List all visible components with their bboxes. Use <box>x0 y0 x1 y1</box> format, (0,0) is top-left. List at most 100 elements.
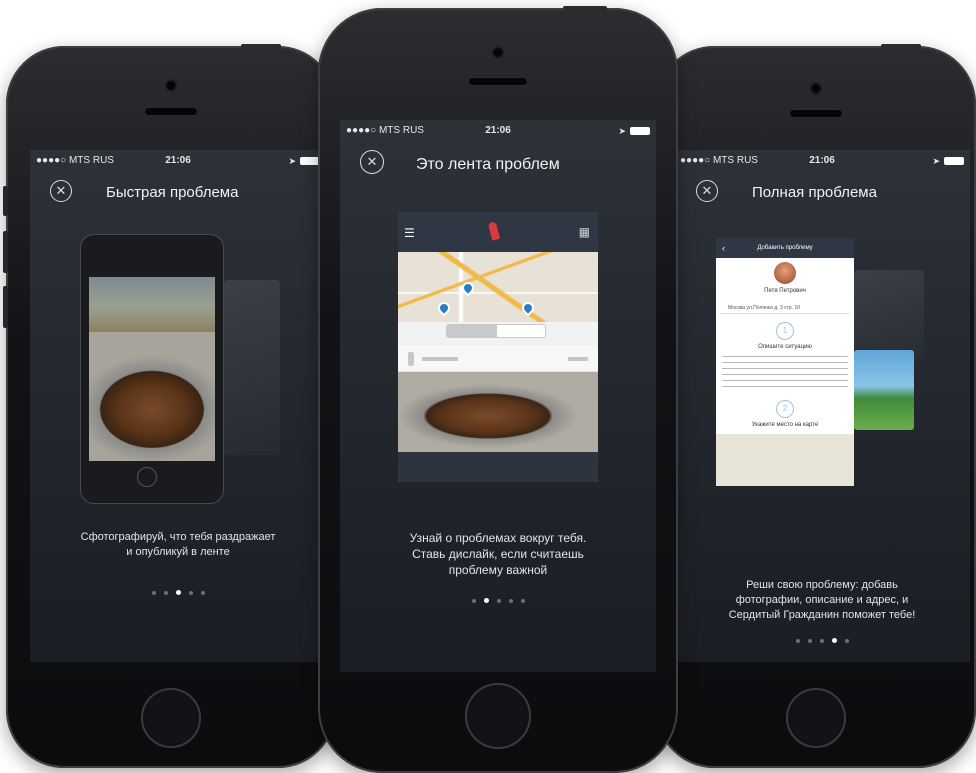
carrier-label: ●●●●○ MTS RUS <box>680 155 758 166</box>
background-photo-card <box>224 280 280 455</box>
address-field[interactable]: Москва ул.Полянка д. 3 стр. 10 <box>720 302 850 314</box>
phone-right: ●●●●○ MTS RUS 21:06 ➤ ✕ Полная проблема … <box>656 44 976 768</box>
preview-photo-screen <box>89 277 215 461</box>
home-button[interactable] <box>141 688 201 748</box>
earpiece-speaker <box>790 110 842 117</box>
page-title: Это лента проблем <box>416 156 560 173</box>
page-dot[interactable] <box>795 639 800 643</box>
status-bar: ●●●●○ MTS RUS 21:06 ➤ <box>674 154 970 168</box>
step1-label[interactable]: Опишите ситуацию <box>716 344 854 350</box>
front-camera <box>166 81 176 90</box>
close-icon[interactable]: ✕ <box>50 180 72 202</box>
page-dot[interactable] <box>844 639 849 643</box>
caption-line: Узнай о проблемах вокруг тебя. <box>409 531 587 545</box>
feed-preview: ☰ ▦ <box>398 212 598 482</box>
page-dot-active[interactable] <box>483 598 489 603</box>
avatar <box>774 262 796 284</box>
sinkhole-photo <box>89 332 215 461</box>
feed-item-header <box>398 346 598 372</box>
clock: 21:06 <box>485 125 511 136</box>
feed-item-footer <box>398 452 598 482</box>
caption-line: Ставь дислайк, если считаешь <box>412 547 584 561</box>
page-dot[interactable] <box>819 639 824 643</box>
username-placeholder <box>422 357 458 361</box>
segmented-control[interactable] <box>446 324 546 338</box>
power-button <box>563 6 607 11</box>
battery-icon <box>300 157 320 165</box>
page-dot[interactable] <box>471 599 476 603</box>
menu-icon[interactable]: ☰ <box>404 226 415 240</box>
problem-photo[interactable] <box>398 372 598 452</box>
page-dot[interactable] <box>520 599 525 603</box>
map-pin-icon[interactable] <box>519 299 537 317</box>
location-icon: ➤ <box>618 126 626 136</box>
clock: 21:06 <box>165 155 191 166</box>
page-title: Полная проблема <box>752 184 877 201</box>
clock: 21:06 <box>809 155 835 166</box>
caption-line: Сердитый Гражданин поможет тебе! <box>728 609 916 621</box>
step2-circle: 2 <box>776 400 794 418</box>
description-block <box>722 356 848 390</box>
map-pin-icon[interactable] <box>459 279 477 297</box>
front-camera <box>811 84 821 93</box>
home-button[interactable] <box>786 688 846 748</box>
caption-line: Реши свою проблему: добавь <box>746 579 898 591</box>
step2-label[interactable]: Укажите место на карте <box>716 422 854 428</box>
caption-line: фотографии, описание и адрес, и <box>735 594 909 606</box>
location-icon: ➤ <box>932 156 940 166</box>
close-icon[interactable]: ✕ <box>360 150 384 174</box>
back-icon[interactable]: ‹ <box>722 238 725 258</box>
mute-switch <box>3 186 8 216</box>
map-view[interactable] <box>398 252 598 322</box>
earpiece-speaker <box>469 78 527 85</box>
map-pin-icon[interactable] <box>435 299 453 317</box>
power-button <box>241 44 281 49</box>
mini-map <box>716 434 854 486</box>
preview-camera-icon <box>137 467 157 487</box>
page-dot[interactable] <box>807 639 812 643</box>
volume-up-button <box>3 231 8 273</box>
front-camera <box>493 48 503 57</box>
earpiece-speaker <box>145 108 197 115</box>
carrier-label: ●●●●○ MTS RUS <box>346 125 424 136</box>
feed-navbar: ☰ ▦ <box>398 212 598 252</box>
caption: Узнай о проблемах вокруг тебя. Ставь дис… <box>340 530 656 578</box>
background-photo-palms <box>854 350 914 430</box>
add-problem-form-preview: ‹ Добавить проблему Петя Петрович Москва… <box>716 238 854 486</box>
status-bar: ●●●●○ MTS RUS 21:06 ➤ <box>30 154 326 168</box>
caption-line: Сфотографируй, что тебя раздражает <box>80 531 276 543</box>
home-button[interactable] <box>465 683 531 749</box>
page-indicator <box>30 590 326 595</box>
page-dot[interactable] <box>151 591 156 595</box>
caption: Сфотографируй, что тебя раздражает и опу… <box>30 530 326 560</box>
street-photo <box>89 277 215 337</box>
user-name: Петя Петрович <box>764 288 806 294</box>
caption-line: проблему важной <box>448 563 548 577</box>
grid-icon[interactable]: ▦ <box>579 225 590 239</box>
page-dot[interactable] <box>508 599 513 603</box>
battery-icon <box>944 157 964 165</box>
page-dot[interactable] <box>200 591 205 595</box>
form-header-title: Добавить проблему <box>757 245 813 251</box>
preview-phone <box>80 234 224 504</box>
screen-quick-problem: ●●●●○ MTS RUS 21:06 ➤ ✕ Быстрая проблема… <box>30 150 326 662</box>
location-icon: ➤ <box>288 156 296 166</box>
caption: Реши свою проблему: добавь фотографии, о… <box>674 578 970 623</box>
phone-center: ●●●●○ MTS RUS 21:06 ➤ ✕ Это лента пробле… <box>318 6 678 773</box>
page-dot[interactable] <box>188 591 193 595</box>
phone-left: ●●●●○ MTS RUS 21:06 ➤ ✕ Быстрая проблема… <box>3 44 336 768</box>
segment-selected[interactable] <box>447 325 497 337</box>
carrier-label: ●●●●○ MTS RUS <box>36 155 114 166</box>
page-dot[interactable] <box>163 591 168 595</box>
page-dot[interactable] <box>496 599 501 603</box>
address-text: Москва ул.Полянка д. 3 стр. 10 <box>728 305 801 311</box>
background-card-map <box>854 270 924 360</box>
page-dot-active[interactable] <box>175 590 181 595</box>
close-icon[interactable]: ✕ <box>696 180 718 202</box>
form-header: ‹ Добавить проблему <box>716 238 854 258</box>
status-bar: ●●●●○ MTS RUS 21:06 ➤ <box>340 124 656 138</box>
page-dot-active[interactable] <box>831 638 837 643</box>
app-logo-pin-icon <box>487 221 501 241</box>
page-indicator <box>674 638 970 643</box>
page-indicator <box>340 598 656 603</box>
